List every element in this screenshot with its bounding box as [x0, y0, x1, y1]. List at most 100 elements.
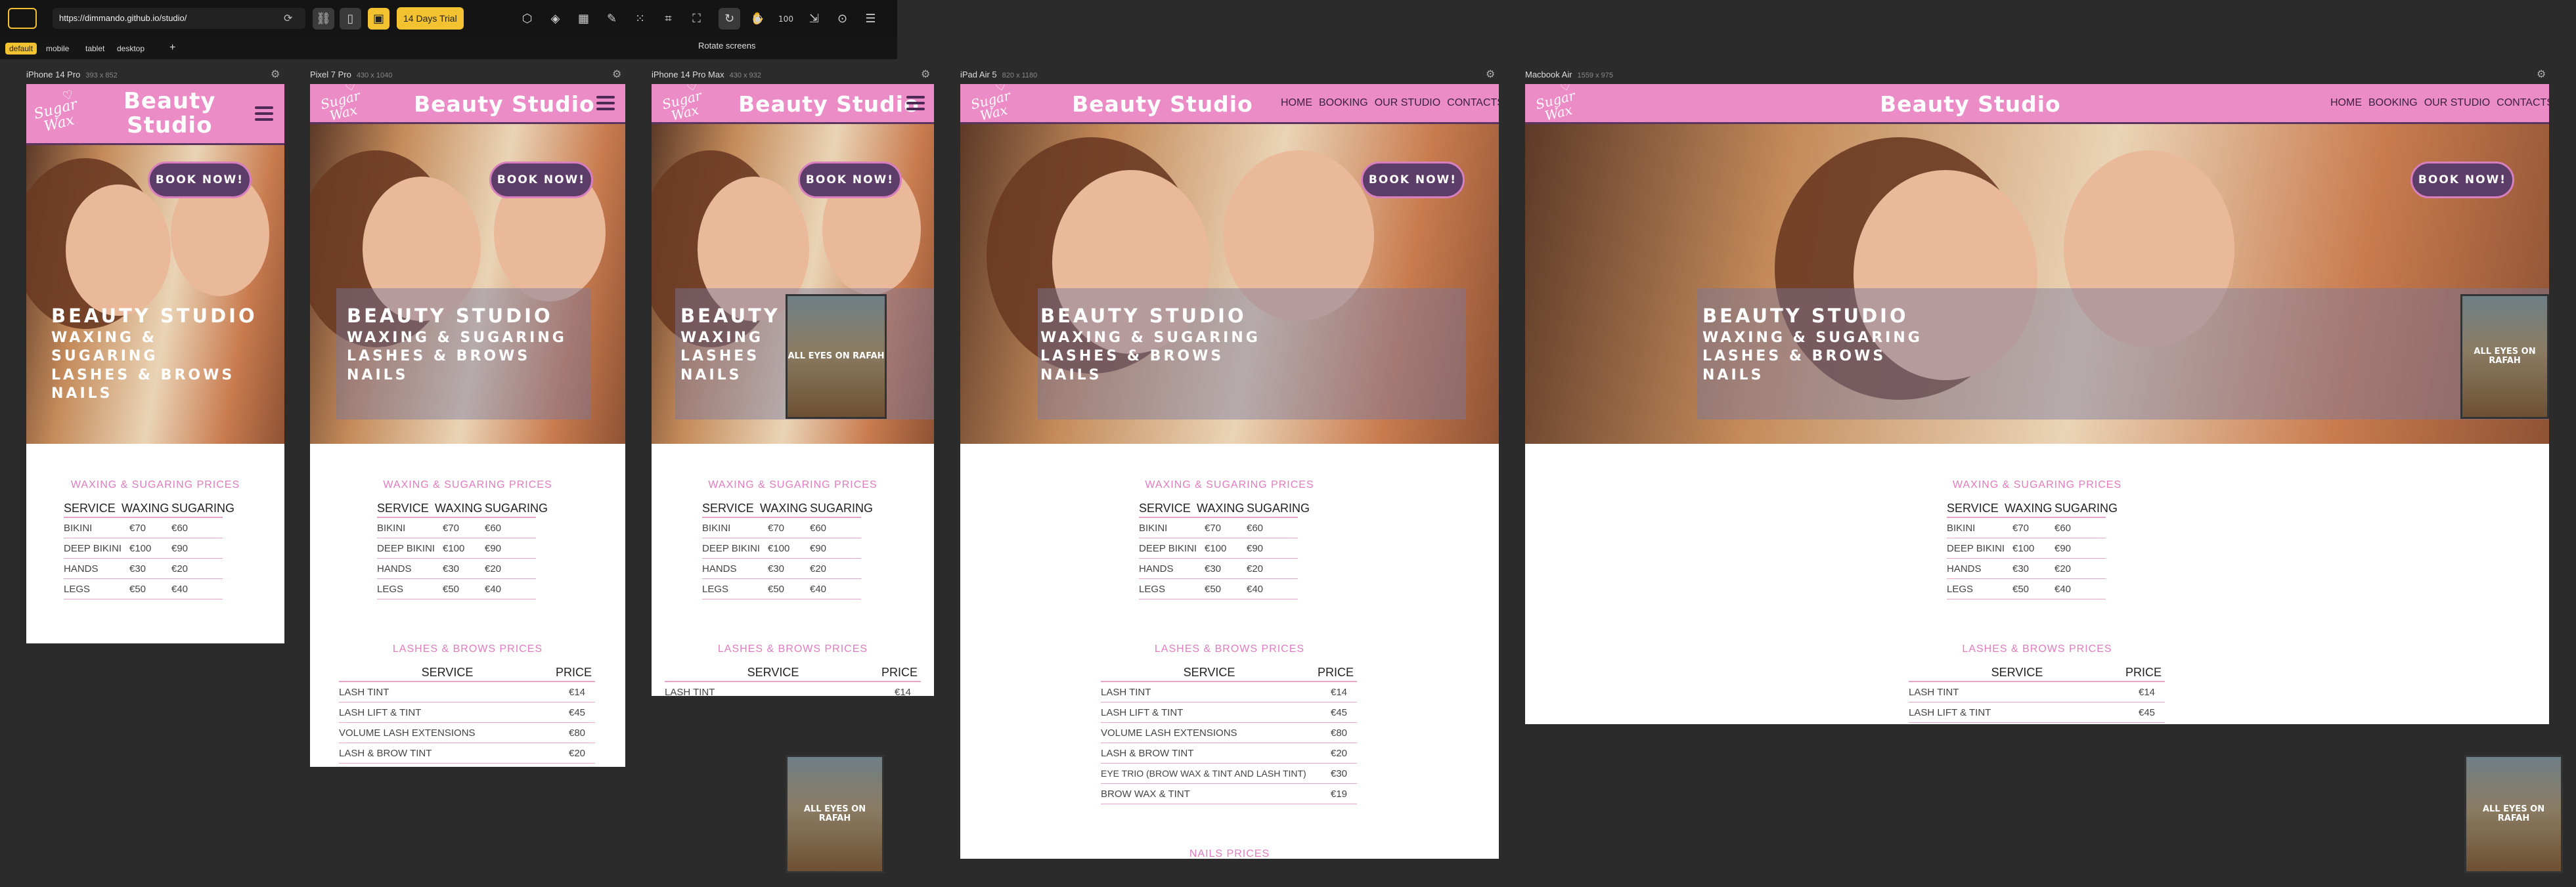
site-brand: Beauty Studio [123, 88, 216, 139]
waxing-prices-title: WAXING & SUGARING PRICES [383, 479, 552, 490]
tooltip-text: Rotate screens [698, 41, 756, 51]
link-icon[interactable]: ⛓ [313, 8, 334, 30]
hero-text: BEAUTY STUDIO WAXING & SUGARING LASHES &… [1702, 305, 1922, 383]
hero-image: BOOK NOW! BEAUTY STUDIO WAXING & SUGARIN… [310, 124, 625, 444]
rafah-badge-floating[interactable]: ALL EYES ON RAFAH [786, 755, 884, 873]
device-macbook-air: Sugar Wax ♡ Beauty Studio HOME BOOKING OUR… [1525, 84, 2549, 724]
rafah-badge[interactable]: ALL EYES ON RAFAH [2460, 294, 2549, 419]
site-brand: Beauty Studio [1072, 91, 1253, 117]
nails-prices-title: NAILS PRICES [1189, 848, 1270, 859]
lashes-prices-table: SERVICE PRICE LASH TINT €14 LASH LIFT & TI… [1909, 666, 2165, 723]
rafah-badge-floating[interactable]: ALL EYES ON RAFAH [2464, 755, 2563, 873]
book-now-button[interactable]: BOOK NOW! [2410, 162, 2514, 198]
device-label: iPhone 14 Pro 393 x 852 [26, 70, 118, 79]
tab-tablet[interactable]: tablet [81, 43, 108, 54]
main-nav: HOME BOOKING OUR STUDIO CONTACTS [2330, 97, 2549, 109]
crop-icon[interactable]: ⌗ [657, 8, 679, 30]
export-icon[interactable]: ⇲ [803, 8, 825, 30]
waxing-prices-title: WAXING & SUGARING PRICES [708, 479, 877, 490]
ruler-icon[interactable]: ✎ [601, 8, 623, 30]
hero-text: BEAUTY WAXING LASHES NAILS [680, 305, 780, 383]
gear-icon[interactable]: ⚙ [612, 68, 621, 80]
gear-icon[interactable]: ⚙ [921, 68, 930, 80]
waxing-prices-title: WAXING & SUGARING PRICES [1952, 479, 2122, 490]
add-tab-icon[interactable]: + [166, 41, 179, 55]
hamburger-menu-icon[interactable] [596, 96, 615, 110]
nav-booking[interactable]: BOOKING [1319, 97, 1368, 109]
hero-text: BEAUTY STUDIO WAXING & SUGARING LASHES &… [347, 305, 567, 383]
device-label: Macbook Air 1559 x 975 [1525, 70, 1613, 79]
sugarwax-logo[interactable]: Sugar Wax ♡ [319, 84, 365, 124]
sugarwax-logo[interactable]: Sugar Wax ♡ [1534, 84, 1580, 124]
nav-booking[interactable]: BOOKING [2368, 97, 2418, 109]
screens-icon[interactable]: ▣ [368, 8, 389, 30]
hamburger-menu-icon[interactable] [906, 96, 925, 110]
lashes-prices-table: SERVICE PRICE LASH TINT €14 LASH LIFT & TI… [1101, 666, 1357, 804]
device-pixel-7-pro: Sugar Wax ♡ Beauty Studio BOOK NOW! BEAUTY… [310, 84, 625, 767]
hero-image: BOOK NOW! BEAUTY STUDIO WAXING & SUGARIN… [1525, 124, 2549, 444]
site-header: Sugar Wax ♡ Beauty Studio HOME BOOKING OUR… [960, 84, 1499, 124]
lashes-prices-table: SERVICE PRICE LASH TINT €14 LASH LIFT & TI… [339, 666, 595, 764]
camera-icon[interactable]: ◉ [747, 8, 768, 30]
nav-our-studio[interactable]: OUR STUDIO [2424, 97, 2490, 109]
main-nav: HOME BOOKING OUR STUDIO CONTACTS [1281, 97, 1499, 109]
hamburger-menu-icon[interactable] [255, 106, 273, 121]
sugarwax-logo[interactable]: Sugar Wax ♡ [661, 84, 706, 124]
waxing-prices-table: SERVICE WAXING SUGARING BIKINI €70 €60 DEEP … [1139, 502, 1310, 599]
gear-icon[interactable]: ⚙ [2537, 68, 2546, 80]
site-header: Sugar Wax ♡ Beauty Studio HOME BOOKING OUR… [1525, 84, 2549, 124]
tab-mobile[interactable]: mobile [42, 43, 73, 54]
device-ipad-air-5: Sugar Wax ♡ Beauty Studio HOME BOOKING OUR… [960, 84, 1499, 859]
gear-icon[interactable]: ⚙ [1486, 68, 1495, 80]
book-now-button[interactable]: BOOK NOW! [798, 162, 902, 198]
nav-home[interactable]: HOME [2330, 97, 2362, 109]
book-now-button[interactable]: BOOK NOW! [489, 162, 593, 198]
site-header: Sugar Wax ♡ Beauty Studio [652, 84, 934, 124]
zoom-level[interactable]: 100 [775, 8, 797, 30]
waxing-prices-table: SERVICE WAXING SUGARING BIKINI €70 €60 DEEP … [702, 502, 873, 599]
device-label: iPhone 14 Pro Max 430 x 932 [652, 70, 761, 79]
device-mobile-icon[interactable]: ▯ [340, 8, 361, 30]
rafah-badge[interactable]: ALL EYES ON RAFAH [786, 294, 887, 419]
hero-image: BOOK NOW! BEAUTY STUDIO WAXING & SUGARIN… [26, 145, 284, 444]
device-iphone-14-pro-max: Sugar Wax ♡ Beauty Studio BOOK NOW! BEAUTY… [652, 84, 934, 696]
waxing-prices-table: SERVICE WAXING SUGARING BIKINI €70 €60 DEEP … [377, 502, 548, 599]
tab-desktop[interactable]: desktop [113, 43, 148, 54]
waxing-prices-title: WAXING & SUGARING PRICES [1145, 479, 1314, 490]
reload-icon[interactable]: ⟳ [284, 12, 292, 24]
sugarwax-logo[interactable]: Sugar Wax ♡ [32, 88, 83, 137]
lashes-prices-table: SERVICE PRICE LASH TINT €14 [665, 666, 921, 696]
waxing-prices-table: SERVICE WAXING SUGARING BIKINI €70 €60 DEEP … [1947, 502, 2118, 599]
menu-icon[interactable]: ☰ [860, 8, 881, 30]
book-now-button[interactable]: BOOK NOW! [148, 162, 252, 198]
sugarwax-logo[interactable]: Sugar Wax ♡ [969, 84, 1015, 124]
waxing-prices-title: WAXING & SUGARING PRICES [70, 479, 240, 490]
nav-our-studio[interactable]: OUR STUDIO [1375, 97, 1440, 109]
dots-grid-icon[interactable]: ⁙ [629, 8, 651, 30]
nav-contacts[interactable]: CONTACTS [1447, 97, 1499, 109]
lashes-prices-title: LASHES & BROWS PRICES [1154, 643, 1305, 655]
url-input[interactable]: https://dimmando.github.io/studio/ [53, 8, 305, 29]
lashes-prices-title: LASHES & BROWS PRICES [717, 643, 868, 655]
lashes-prices-title: LASHES & BROWS PRICES [392, 643, 543, 655]
hero-image: BOOK NOW! BEAUTY WAXING LASHES NAILS ALL… [652, 124, 934, 444]
record-icon[interactable]: ⊙ [832, 8, 853, 30]
trial-button[interactable]: 14 Days Trial [397, 7, 464, 30]
app-logo-icon[interactable] [8, 8, 37, 29]
tab-default[interactable]: default [5, 43, 37, 54]
gear-icon[interactable]: ⚙ [271, 68, 280, 80]
layers-icon[interactable]: ◈ [544, 8, 566, 30]
site-header: Sugar Wax ♡ Beauty Studio [310, 84, 625, 124]
hero-text: BEAUTY STUDIO WAXING & SUGARING LASHES &… [51, 305, 257, 402]
grid-icon[interactable]: ▦ [573, 8, 594, 30]
rotate-icon[interactable]: ↻ [719, 8, 740, 30]
nav-home[interactable]: HOME [1281, 97, 1312, 109]
site-brand: Beauty Studio [1880, 91, 2061, 117]
fullscreen-icon[interactable]: ⛶ [686, 8, 707, 30]
device-label: iPad Air 5 820 x 1180 [960, 70, 1038, 79]
book-now-button[interactable]: BOOK NOW! [1361, 162, 1465, 198]
shapes-icon[interactable]: ⬡ [516, 8, 538, 30]
nav-contacts[interactable]: CONTACTS [2497, 97, 2549, 109]
waxing-prices-table: SERVICE WAXING SUGARING BIKINI €70 €60 DEEP … [64, 502, 234, 599]
site-brand: Beauty Studio [414, 91, 595, 117]
